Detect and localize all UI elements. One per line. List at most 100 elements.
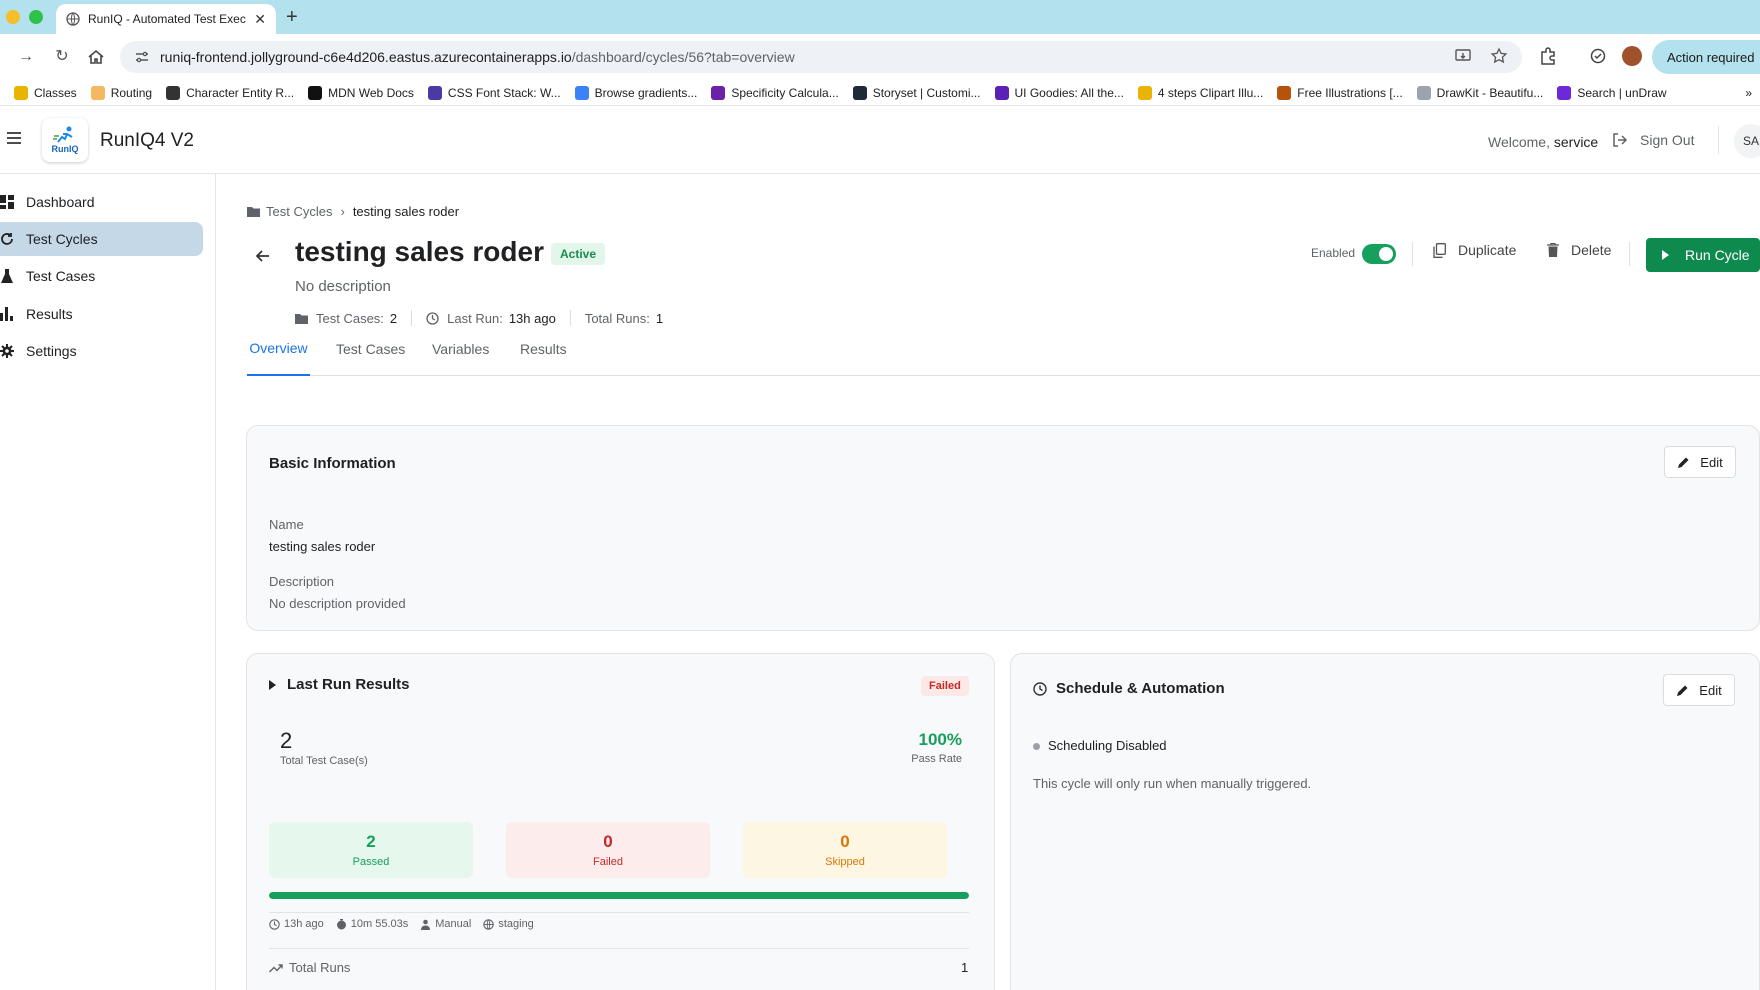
duplicate-button[interactable]: Duplicate (1433, 242, 1516, 258)
tab-variables[interactable]: Variables (432, 322, 489, 375)
failed-value: 0 (603, 832, 613, 851)
action-divider (1629, 242, 1630, 266)
trending-up-icon (269, 963, 283, 972)
expand-caret-icon (269, 679, 276, 690)
status-dot (1033, 743, 1040, 750)
bookmark-item[interactable]: Character Entity R... (166, 85, 294, 100)
bookmark-label: DrawKit - Beautifu... (1436, 85, 1544, 100)
app-title: RunIQ4 V2 (100, 130, 194, 151)
run-meta: 13h ago 10m 55.03s Manual staging (269, 918, 546, 930)
bookmark-item[interactable]: Classes (14, 85, 77, 100)
avatar[interactable]: SA (1734, 124, 1760, 158)
bookmark-favicon-icon (1416, 85, 1431, 100)
bookmark-label: Routing (110, 85, 153, 100)
clock-icon (269, 918, 280, 930)
folder-icon (247, 207, 260, 217)
run-meta-when: 13h ago (269, 918, 324, 930)
schedule-title: Schedule & Automation (1056, 680, 1225, 697)
total-runs-label: Total Runs (289, 960, 351, 975)
back-arrow-icon[interactable] (255, 248, 271, 264)
tab-overview[interactable]: Overview (247, 322, 310, 376)
sidebar-item-settings[interactable]: Settings (0, 334, 203, 368)
bookmark-item[interactable]: UI Goodies: All the... (994, 85, 1124, 100)
bookmark-item[interactable]: 4 steps Clipart Illu... (1137, 85, 1264, 100)
bookmark-favicon-icon (852, 85, 867, 100)
enabled-toggle[interactable] (1362, 244, 1396, 264)
bookmark-item[interactable]: Browse gradients... (574, 85, 698, 100)
browser-toolbar: → ↻ runiq-frontend.jollyground-c6e4d206.… (0, 34, 1760, 80)
bookmark-label: Browse gradients... (594, 85, 698, 100)
delete-button[interactable]: Delete (1547, 242, 1611, 258)
trash-icon (1547, 243, 1559, 257)
run-cycle-button[interactable]: Run Cycle (1646, 238, 1760, 272)
bookmark-favicon-icon (711, 85, 726, 100)
sidebar-item-test-cases[interactable]: Test Cases (0, 259, 203, 293)
bookmark-favicon-icon (90, 85, 105, 100)
menu-icon[interactable] (6, 130, 22, 146)
site-settings-icon[interactable] (134, 49, 150, 65)
profile-avatar-icon[interactable] (1622, 46, 1642, 66)
sidebar-item-test-cycles[interactable]: Test Cycles (0, 222, 203, 256)
address-bar[interactable]: runiq-frontend.jollyground-c6e4d206.east… (120, 41, 1522, 73)
description-value: No description provided (269, 596, 406, 611)
forward-arrow-icon[interactable]: → (16, 47, 36, 67)
chevron-right-icon: › (340, 204, 345, 219)
sidebar-item-label: Results (26, 306, 73, 322)
last-run-header[interactable]: Last Run Results (269, 676, 410, 693)
bookmark-item[interactable]: MDN Web Docs (308, 85, 414, 100)
sidebar-item-dashboard[interactable]: Dashboard (0, 185, 203, 219)
install-app-icon[interactable] (1454, 47, 1472, 65)
pass-progress-fill (269, 892, 969, 899)
bookmark-star-icon[interactable] (1490, 47, 1508, 65)
extensions-icon[interactable] (1538, 46, 1558, 66)
url-host: runiq-frontend.jollyground-c6e4d206.east… (160, 49, 572, 65)
close-tab-icon[interactable]: ✕ (254, 11, 266, 28)
sidebar-item-results[interactable]: Results (0, 297, 203, 331)
name-label: Name (269, 517, 304, 532)
clock-icon (1033, 681, 1047, 696)
bookmark-item[interactable]: Free Illustrations [... (1277, 85, 1403, 100)
sidebar-item-label: Test Cases (26, 268, 96, 284)
person-icon (421, 919, 431, 930)
bookmark-item[interactable]: Storyset | Customi... (852, 85, 981, 100)
bookmark-item[interactable]: Routing (90, 85, 153, 100)
bookmark-label: Free Illustrations [... (1297, 85, 1403, 100)
bookmark-item[interactable]: DrawKit - Beautifu... (1416, 85, 1544, 100)
welcome-user: service (1553, 134, 1599, 150)
copy-icon (1433, 242, 1446, 258)
browser-tab[interactable]: RunIQ - Automated Test Exec ✕ (56, 4, 276, 34)
edit-basic-info-button[interactable]: Edit (1664, 446, 1736, 478)
bookmark-label: Classes (34, 85, 77, 100)
page-title: testing sales roder (295, 236, 544, 267)
bookmark-item[interactable]: Search | unDraw (1557, 85, 1667, 100)
more-bookmarks-icon[interactable]: » (1745, 86, 1752, 100)
tab-title: RunIQ - Automated Test Exec (88, 12, 246, 26)
passed-value: 2 (366, 832, 376, 851)
breadcrumb-root-link[interactable]: Test Cycles (266, 204, 332, 219)
new-tab-icon[interactable]: + (286, 6, 298, 29)
pass-progress-bar (269, 892, 969, 899)
sign-out-button[interactable]: Sign Out (1612, 132, 1694, 148)
sync-icon[interactable] (1588, 46, 1608, 66)
sidebar-item-label: Dashboard (26, 194, 95, 210)
maximize-window-button[interactable] (29, 10, 43, 24)
run-cycle-label: Run Cycle (1685, 247, 1750, 263)
welcome-text: Welcome, service (1488, 134, 1598, 150)
bookmark-label: 4 steps Clipart Illu... (1157, 85, 1264, 100)
sidebar: Dashboard Test Cycles Test Cases Results… (0, 174, 216, 990)
failed-badge: Failed (921, 676, 969, 696)
tab-results[interactable]: Results (520, 322, 567, 375)
run-meta-when-value: 13h ago (284, 918, 324, 930)
runner-logo-icon (53, 126, 73, 143)
edit-schedule-button[interactable]: Edit (1663, 674, 1735, 706)
sidebar-item-label: Test Cycles (26, 231, 98, 247)
reload-icon[interactable]: ↻ (52, 47, 72, 67)
tab-test-cases[interactable]: Test Cases (336, 322, 405, 375)
pencil-icon (1678, 457, 1689, 468)
bookmark-item[interactable]: Specificity Calcula... (711, 85, 839, 100)
run-meta-environment-value: staging (498, 918, 534, 930)
action-required-button[interactable]: Action required (1652, 40, 1760, 74)
bookmark-item[interactable]: CSS Font Stack: W... (427, 85, 561, 100)
minimize-window-button[interactable] (6, 10, 20, 24)
home-icon[interactable] (86, 47, 106, 67)
